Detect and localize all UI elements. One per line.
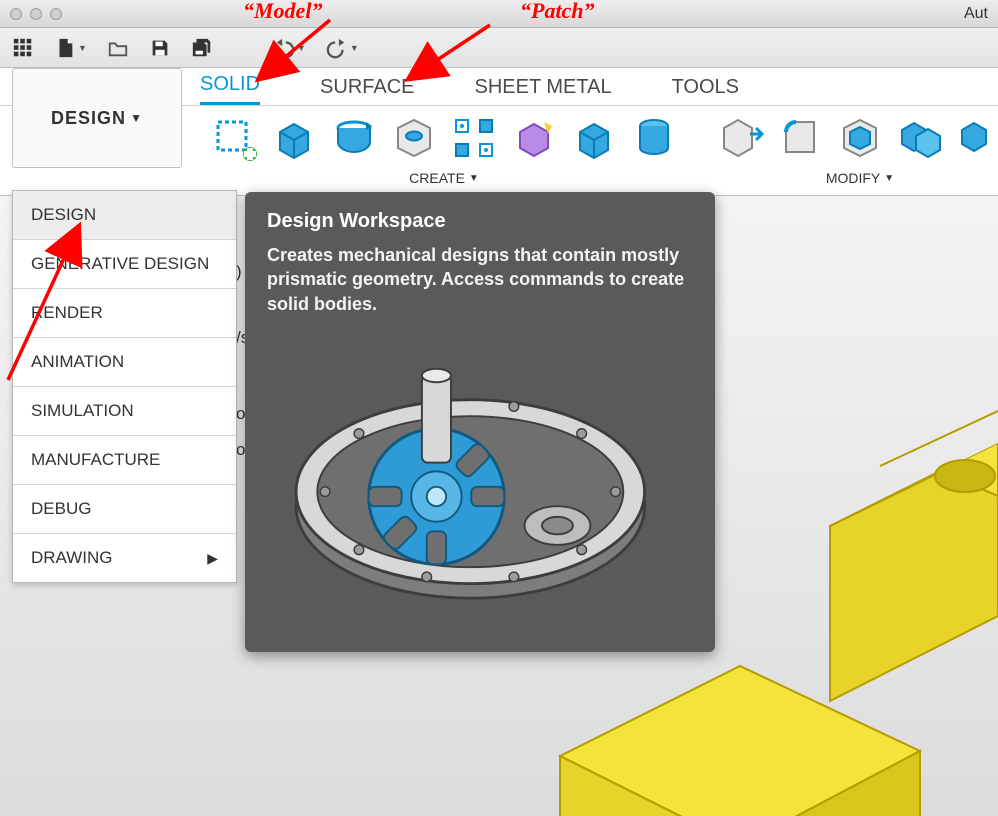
minimize-window-icon[interactable] <box>30 8 42 20</box>
open-icon[interactable] <box>107 37 129 59</box>
revolve-icon[interactable] <box>330 114 378 167</box>
undo-icon[interactable]: ▼ <box>273 37 306 59</box>
rectangular-pattern-icon[interactable] <box>450 114 498 167</box>
cylinder-icon[interactable] <box>630 114 678 167</box>
ribbon-group-modify-label[interactable]: MODIFY▼ <box>826 170 894 186</box>
tab-surface[interactable]: SURFACE <box>320 70 414 105</box>
tooltip-panel: Design Workspace Creates mechanical desi… <box>245 192 715 652</box>
ribbon-group-create-label[interactable]: CREATE▼ <box>409 170 479 186</box>
window-controls[interactable] <box>10 8 62 20</box>
extrude-icon[interactable] <box>570 114 618 167</box>
tab-solid[interactable]: SOLID <box>200 67 260 105</box>
submenu-arrow-icon: ▶ <box>207 550 218 567</box>
save-icon[interactable] <box>149 37 171 59</box>
workspace-menu-drawing[interactable]: DRAWING▶ <box>13 534 236 582</box>
shell-icon[interactable] <box>836 114 884 167</box>
move-icon[interactable] <box>956 114 998 167</box>
workspace-menu: DESIGN GENERATIVE DESIGN RENDER ANIMATIO… <box>12 190 237 583</box>
workspace-picker-label: DESIGN <box>51 108 126 129</box>
workspace-menu-simulation[interactable]: SIMULATION <box>13 387 236 436</box>
ribbon-group-modify: MODIFY▼ <box>706 106 998 195</box>
ribbon: DESIGN ▼ <box>0 106 998 196</box>
grid-icon[interactable] <box>12 37 34 59</box>
tooltip-preview-image <box>267 332 693 632</box>
workspace-menu-design[interactable]: DESIGN <box>13 191 236 240</box>
tab-tools[interactable]: TOOLS <box>672 70 739 105</box>
file-new-icon[interactable]: ▼ <box>54 37 87 59</box>
workspace-menu-debug[interactable]: DEBUG <box>13 485 236 534</box>
hole-icon[interactable] <box>390 114 438 167</box>
workspace-menu-manufacture[interactable]: MANUFACTURE <box>13 436 236 485</box>
fillet-icon[interactable] <box>776 114 824 167</box>
form-icon[interactable] <box>510 114 558 167</box>
titlebar-app-name: Aut <box>964 5 988 23</box>
redo-icon[interactable]: ▼ <box>326 37 359 59</box>
workspace-menu-animation[interactable]: ANIMATION <box>13 338 236 387</box>
workspace-menu-render[interactable]: RENDER <box>13 289 236 338</box>
chevron-down-icon: ▼ <box>130 111 143 125</box>
workspace-picker[interactable]: DESIGN ▼ <box>12 68 182 168</box>
ribbon-group-create: CREATE▼ <box>200 106 688 195</box>
tooltip-title: Design Workspace <box>267 210 693 233</box>
press-pull-icon[interactable] <box>716 114 764 167</box>
titlebar: Aut <box>0 0 998 28</box>
close-window-icon[interactable] <box>10 8 22 20</box>
save-all-icon[interactable] <box>191 37 213 59</box>
combine-icon[interactable] <box>896 114 944 167</box>
tab-sheet-metal[interactable]: SHEET METAL <box>475 70 612 105</box>
zoom-window-icon[interactable] <box>50 8 62 20</box>
create-sketch-icon[interactable] <box>210 114 258 167</box>
workspace-menu-generative-design[interactable]: GENERATIVE DESIGN <box>13 240 236 289</box>
quick-access-toolbar: ▼ ▼ ▼ <box>0 28 998 68</box>
box-icon[interactable] <box>270 114 318 167</box>
tooltip-body: Creates mechanical designs that contain … <box>267 243 693 316</box>
